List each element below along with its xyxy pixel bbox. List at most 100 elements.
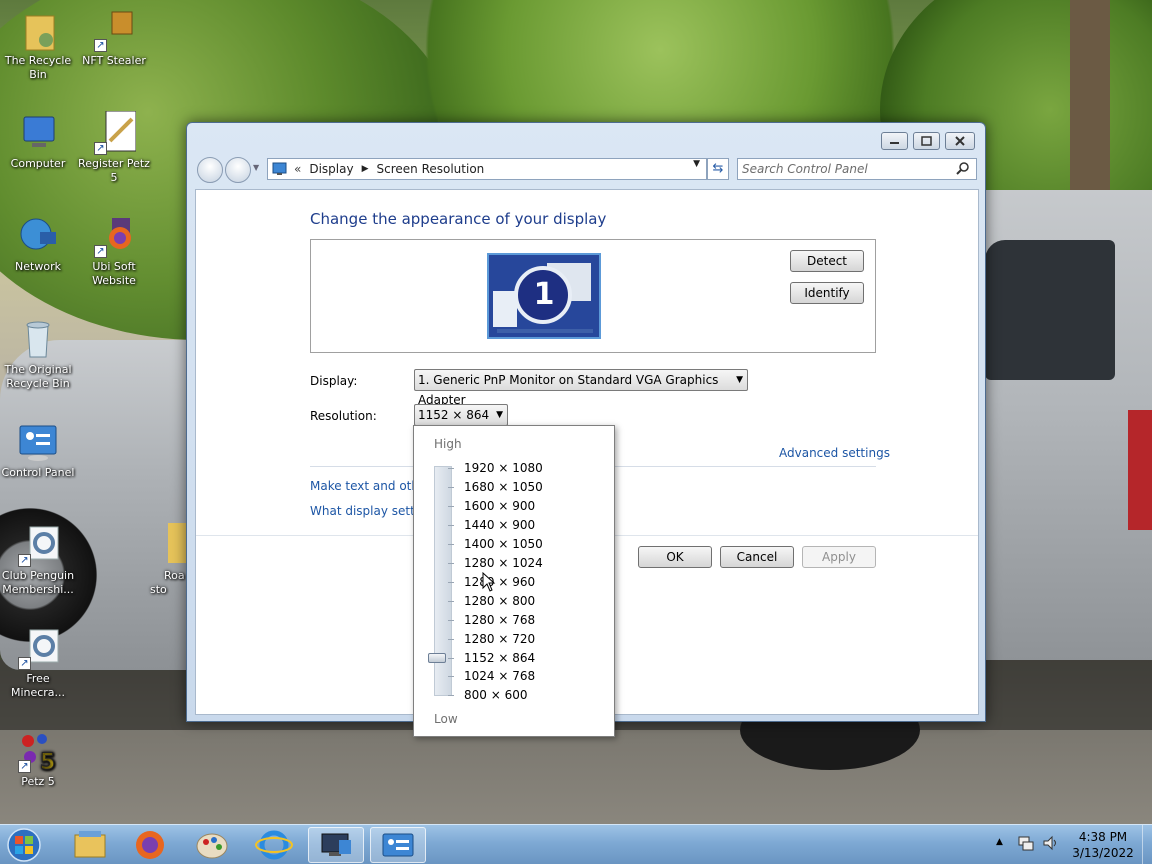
low-label: Low xyxy=(434,712,458,726)
taskbar-file-explorer[interactable] xyxy=(62,827,118,863)
firefox-icon xyxy=(136,831,164,859)
resolution-option[interactable]: 1400 × 1050 xyxy=(464,537,543,551)
gear-icon: ↗ xyxy=(16,523,60,567)
slider-tick xyxy=(448,695,454,697)
display-select[interactable]: 1. Generic PnP Monitor on Standard VGA G… xyxy=(414,369,748,407)
desktop-icon-label: Ubi Soft Website xyxy=(92,260,136,287)
desktop-icon-label: The Original Recycle Bin xyxy=(4,363,72,390)
control-panel-icon xyxy=(16,420,60,464)
taskbar-remote-desktop[interactable] xyxy=(308,827,364,863)
desktop-icon-label: Petz 5 xyxy=(21,775,55,788)
resolution-option[interactable]: 1600 × 900 xyxy=(464,499,535,513)
display-select-value: 1. Generic PnP Monitor on Standard VGA G… xyxy=(418,373,719,407)
desktop-icon-free-minecraft[interactable]: ↗ Free Minecra... xyxy=(0,626,76,700)
identify-button[interactable]: Identify xyxy=(790,282,864,304)
taskbar-paint[interactable] xyxy=(184,827,240,863)
close-icon xyxy=(955,136,965,146)
breadcrumb-separator-icon[interactable]: ▶ xyxy=(362,164,369,174)
monitor-number: 1 xyxy=(533,277,555,312)
search-input[interactable] xyxy=(742,161,952,177)
resolution-option[interactable]: 1152 × 864 xyxy=(464,651,535,665)
shortcut-arrow-icon: ↗ xyxy=(18,760,31,773)
resolution-option[interactable]: 1920 × 1080 xyxy=(464,461,543,475)
desktop-icon-register-petz[interactable]: ↗ Register Petz 5 xyxy=(76,110,152,185)
show-hidden-icons-button[interactable]: ▲ xyxy=(996,837,1003,847)
remote-desktop-icon xyxy=(321,833,351,856)
recent-pages-chevron-icon[interactable]: ▼ xyxy=(253,163,259,172)
apply-button[interactable]: Apply xyxy=(802,546,876,568)
mouse-cursor-icon xyxy=(482,572,496,592)
address-dropdown-icon[interactable]: ▼ xyxy=(693,159,700,169)
desktop-icon-original-recycle-bin[interactable]: The Original Recycle Bin xyxy=(0,317,76,391)
shortcut-app-icon: ↗ xyxy=(92,8,136,52)
ok-button[interactable]: OK xyxy=(638,546,712,568)
network-tray-icon[interactable] xyxy=(1018,835,1034,854)
advanced-settings-link[interactable]: Advanced settings xyxy=(779,446,890,460)
show-desktop-button[interactable] xyxy=(1142,825,1152,864)
resolution-slider-thumb[interactable] xyxy=(428,652,446,663)
maximize-button[interactable] xyxy=(913,132,940,150)
resolution-option[interactable]: 1024 × 768 xyxy=(464,669,535,683)
desktop-icon-petz-5[interactable]: 5 ↗ Petz 5 xyxy=(0,729,76,789)
breadcrumb-display[interactable]: Display xyxy=(309,162,353,176)
volume-tray-icon[interactable] xyxy=(1042,835,1060,854)
desktop-icon-club-penguin[interactable]: ↗ Club Penguin Membershi... xyxy=(0,523,76,597)
address-bar[interactable]: « Display ▶ Screen Resolution ▼ xyxy=(267,158,707,180)
detect-button[interactable]: Detect xyxy=(790,250,864,272)
taskbar-control-panel[interactable] xyxy=(370,827,426,863)
resolution-option[interactable]: 1280 × 768 xyxy=(464,613,535,627)
desktop-icon-label: Register Petz 5 xyxy=(78,157,150,184)
resolution-option[interactable]: 1440 × 900 xyxy=(464,518,535,532)
breadcrumb-overflow[interactable]: « xyxy=(294,162,301,176)
file-explorer-icon xyxy=(74,831,106,858)
resolution-option[interactable]: 1280 × 960 xyxy=(464,575,535,589)
shortcut-arrow-icon: ↗ xyxy=(18,554,31,567)
resolution-select[interactable]: 1152 × 864 ▼ xyxy=(414,404,508,426)
desktop-icon-label: The Recycle Bin xyxy=(4,54,72,81)
slider-tick xyxy=(448,486,454,488)
search-box[interactable] xyxy=(737,158,977,180)
search-icon[interactable] xyxy=(956,161,970,178)
monitor-thumbnail[interactable]: 1 xyxy=(487,253,601,339)
desktop-icon-network[interactable]: Network xyxy=(0,214,76,274)
paint-icon xyxy=(196,833,228,859)
internet-explorer-icon xyxy=(255,830,293,860)
shortcut-arrow-icon: ↗ xyxy=(94,142,107,155)
desktop-icon-label: Control Panel xyxy=(1,466,75,479)
resolution-option[interactable]: 1680 × 1050 xyxy=(464,480,543,494)
forward-button[interactable] xyxy=(225,157,251,183)
taskbar-firefox[interactable] xyxy=(122,827,178,863)
close-button[interactable] xyxy=(945,132,975,150)
clock-time: 4:38 PM xyxy=(1078,830,1128,844)
chevron-down-icon: ▼ xyxy=(736,375,743,385)
minimize-button[interactable] xyxy=(881,132,908,150)
start-orb-icon xyxy=(7,828,41,862)
window-titlebar[interactable] xyxy=(187,123,985,153)
resolution-option[interactable]: 1280 × 800 xyxy=(464,594,535,608)
resolution-option[interactable]: 1280 × 1024 xyxy=(464,556,543,570)
back-arrow-icon xyxy=(198,158,222,182)
slider-tick xyxy=(448,600,454,602)
start-button[interactable] xyxy=(4,826,44,864)
monitor-arrangement-panel: 1 Detect Identify xyxy=(310,239,876,353)
refresh-button[interactable]: ⇆ xyxy=(707,158,729,180)
taskbar-internet-explorer[interactable] xyxy=(246,827,302,863)
desktop-icon-label: Club Penguin Membershi... xyxy=(1,569,75,596)
desktop-icon-the-recycle-bin[interactable]: The Recycle Bin xyxy=(0,8,76,82)
desktop-icon-control-panel[interactable]: Control Panel xyxy=(0,420,76,480)
system-clock[interactable]: 4:38 PM 3/13/2022 xyxy=(1068,829,1138,861)
firefox-icon: ↗ xyxy=(92,214,136,258)
desktop-icon-partial-folder[interactable]: Roa sto xyxy=(150,523,190,597)
desktop-icon-ubi-soft-website[interactable]: ↗ Ubi Soft Website xyxy=(76,214,152,288)
resolution-option[interactable]: 800 × 600 xyxy=(464,688,528,702)
resolution-option[interactable]: 1280 × 720 xyxy=(464,632,535,646)
folder-user-icon xyxy=(16,8,60,52)
back-button[interactable] xyxy=(197,157,223,183)
desktop-icon-nft-stealer[interactable]: ↗ NFT Stealer xyxy=(76,8,152,68)
cancel-button[interactable]: Cancel xyxy=(720,546,794,568)
petz-icon: 5 ↗ xyxy=(16,729,60,776)
breadcrumb-screen-resolution[interactable]: Screen Resolution xyxy=(377,162,485,176)
desktop-icon-computer[interactable]: Computer xyxy=(0,111,76,171)
slider-tick xyxy=(448,562,454,564)
refresh-icon: ⇆ xyxy=(712,161,724,176)
